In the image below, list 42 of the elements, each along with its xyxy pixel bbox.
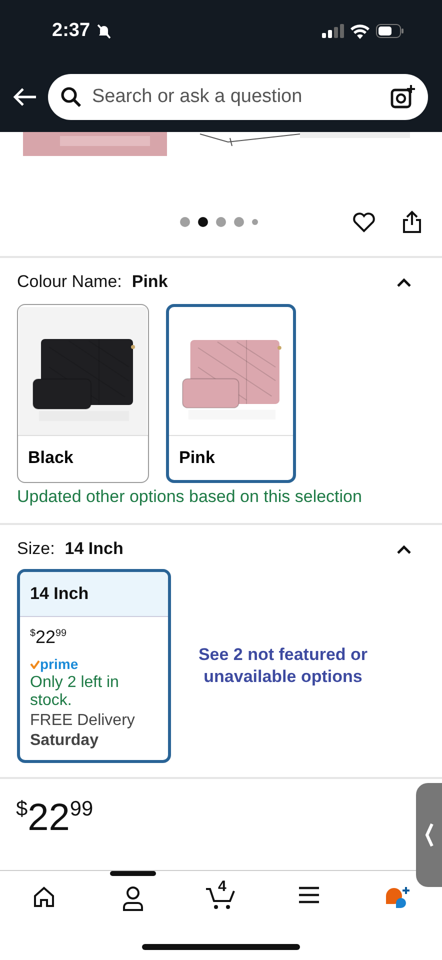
wifi-icon: [350, 24, 370, 38]
battery-icon: [376, 24, 404, 38]
search-field[interactable]: Search or ask a question: [90, 85, 382, 109]
option-price: $^{$}$22$^{99}$: [30, 627, 68, 648]
camera-icon[interactable]: [390, 84, 416, 110]
delivery-text: FREE Delivery: [30, 712, 136, 730]
size-label: Size:: [17, 539, 55, 559]
person-icon: [122, 886, 144, 912]
chevron-left-icon: [424, 822, 434, 848]
delivery-day: Saturday: [30, 732, 158, 750]
cart-tab[interactable]: 4: [190, 871, 251, 915]
page-dot[interactable]: [180, 217, 190, 227]
menu-icon: [298, 886, 320, 904]
search-bar[interactable]: Search or ask a question: [48, 74, 428, 120]
share-icon[interactable]: [402, 210, 422, 234]
collapse-chevron-icon[interactable]: [396, 277, 412, 287]
prime-badge: prime: [30, 656, 158, 672]
page-dot[interactable]: [252, 219, 258, 225]
page-dot[interactable]: [234, 217, 244, 227]
colour-option[interactable]: Pink: [166, 304, 296, 483]
size-option-card[interactable]: 14 Inch $^{$}$22$^{99}$ prime Only 2 left in stock. FREE Delivery Saturday: [17, 569, 171, 763]
page-dot[interactable]: [198, 217, 208, 227]
status-time: 2:37: [52, 20, 90, 42]
back-arrow-icon[interactable]: [12, 87, 38, 107]
size-option-name: 14 Inch: [30, 584, 89, 603]
product-price: $^{$}$22$^{99}$: [16, 797, 94, 840]
search-icon: [60, 86, 82, 108]
collapse-chevron-icon[interactable]: [396, 544, 412, 554]
size-value: 14 Inch: [64, 539, 124, 559]
side-panel-handle[interactable]: [416, 783, 442, 887]
heart-icon[interactable]: [352, 211, 376, 233]
colour-option[interactable]: Black: [17, 304, 149, 483]
chat-bubbles-icon: [384, 886, 412, 910]
home-icon: [33, 886, 56, 908]
cart-count: 4: [218, 878, 226, 895]
stock-text: Only 2 left in stock.: [30, 674, 120, 710]
page-dot[interactable]: [216, 217, 226, 227]
colour-value: Pink: [132, 272, 168, 292]
colour-label: Colour Name:: [17, 272, 122, 292]
more-options-link[interactable]: See 2 not featured or unavailable options: [193, 644, 373, 688]
signal-icon: [322, 24, 344, 38]
update-note: Updated other options based on this selection: [17, 487, 363, 507]
